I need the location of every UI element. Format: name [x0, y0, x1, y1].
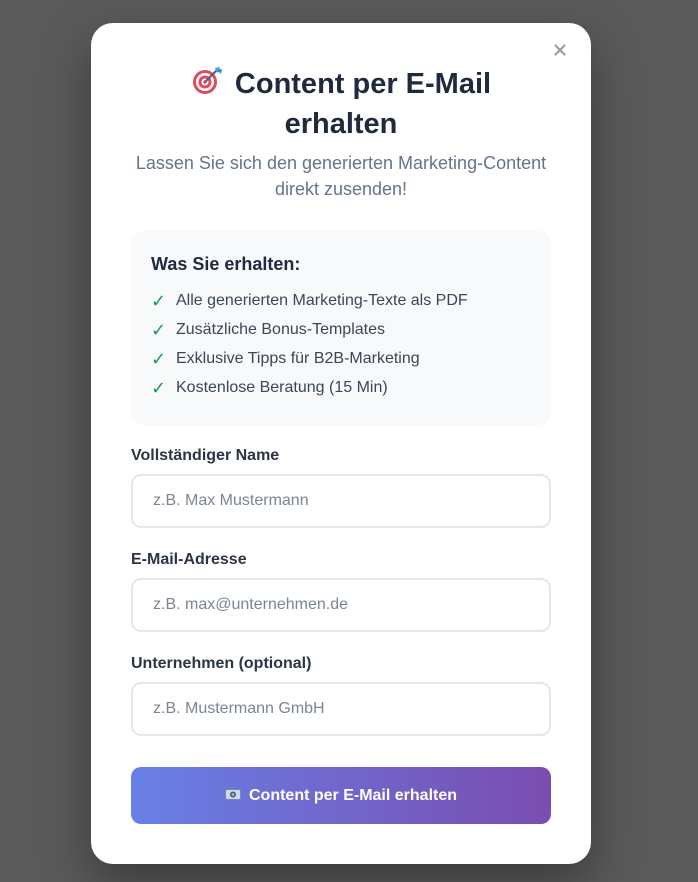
submit-label: Content per E-Mail erhalten	[248, 786, 458, 804]
modal-title-text: Content per E-Mail erhalten	[234, 68, 492, 140]
benefits-box: Was Sie erhalten: ✓ Alle generierten Mar…	[131, 231, 551, 425]
email-input[interactable]	[131, 578, 551, 632]
benefit-text: Exklusive Tipps für B2B-Marketing	[176, 350, 420, 367]
benefit-text: Zusätzliche Bonus-Templates	[176, 321, 385, 338]
submit-button[interactable]: Content per E-Mail erhalten	[131, 767, 551, 824]
email-label: E-Mail-Adresse	[131, 551, 247, 568]
benefit-item: ✓ Exklusive Tipps für B2B-Marketing	[151, 347, 420, 371]
check-icon: ✓	[151, 319, 167, 340]
camera-icon	[224, 787, 241, 805]
benefits-title: Was Sie erhalten:	[151, 254, 301, 274]
target-icon	[191, 66, 223, 106]
modal-subtitle: Lassen Sie sich den generierten Marketin…	[135, 153, 547, 199]
check-icon: ✓	[151, 348, 167, 369]
check-icon: ✓	[151, 290, 167, 311]
close-icon	[554, 44, 566, 56]
benefit-item: ✓ Kostenlose Beratung (15 Min)	[151, 376, 388, 400]
modal-title: Content per E-Mail erhalten	[131, 66, 551, 143]
email-modal: Content per E-Mail erhalten Lassen Sie s…	[91, 23, 591, 864]
name-input[interactable]	[131, 474, 551, 528]
benefit-item: ✓ Alle generierten Marketing-Texte als P…	[151, 289, 468, 313]
company-label: Unternehmen (optional)	[131, 655, 312, 672]
close-button[interactable]	[549, 39, 571, 61]
benefit-text: Kostenlose Beratung (15 Min)	[176, 379, 388, 396]
company-input[interactable]	[131, 682, 551, 736]
benefit-item: ✓ Zusätzliche Bonus-Templates	[151, 318, 385, 342]
benefit-text: Alle generierten Marketing-Texte als PDF	[176, 292, 468, 309]
check-icon: ✓	[151, 377, 167, 398]
name-label: Vollständiger Name	[131, 447, 280, 464]
